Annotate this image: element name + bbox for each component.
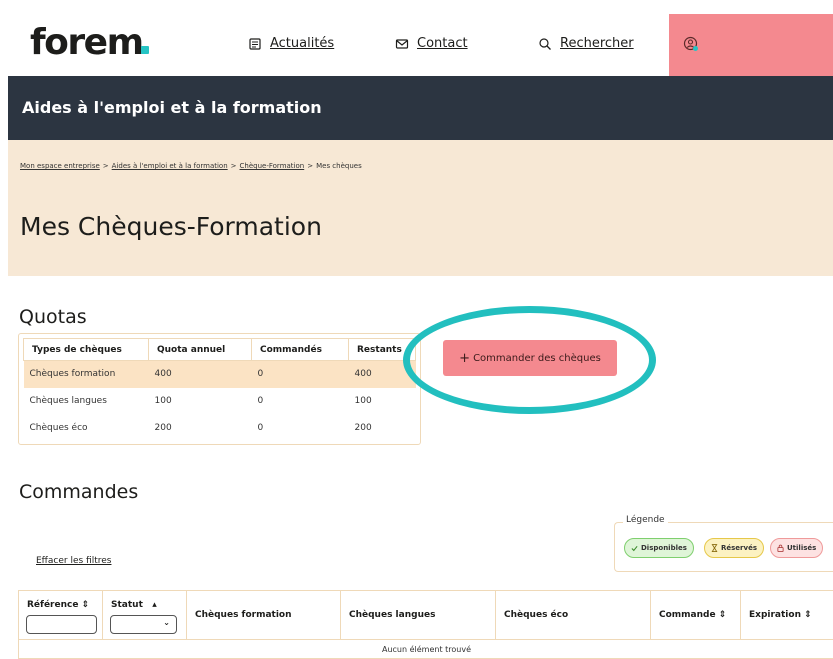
column-header-text: Chèques formation [195,610,292,620]
clear-filters-link[interactable]: Effacer les filtres [36,556,111,566]
check-icon [631,545,638,551]
newspaper-icon [249,37,261,50]
page-hero: Mon espace entreprise > Aides à l'emploi e… [8,140,833,276]
mail-icon [395,38,409,49]
column-header-cheques-langues: Chèques langues [341,591,496,639]
breadcrumb-separator: > [307,162,314,170]
empty-state-message: Aucun élément trouvé [19,639,833,659]
legend-disponibles: Disponibles [624,538,694,558]
table-cell: 200 [154,423,172,433]
search-icon [539,37,551,50]
column-header-label: Expiration ⇕ [749,610,812,620]
table-row: Chèques formation 400 0 400 [23,360,416,388]
table-row: Chèques éco 200 0 200 [24,415,416,442]
legend-title: Légende [623,515,668,525]
column-header-cheques-eco: Chèques éco [496,591,651,639]
section-band: Aides à l'emploi et à la formation [8,76,833,140]
column-header: Types de chèques [23,338,149,361]
legend-reserves: Réservés [704,538,764,558]
table-cell: Chèques langues [29,396,107,406]
nav-actualites-label: Actualités [270,36,335,51]
hourglass-icon [711,544,718,552]
column-header-text: Référence [27,600,79,610]
quotas-table: Types de chèques Quota annuel Commandés … [23,338,416,442]
column-header-label: Référence ⇕ [27,600,89,610]
table-row: Chèques langues 100 0 100 [24,388,416,415]
orders-header-row: Référence ⇕ Statut ▴ ⌄ Chèques formation… [19,591,833,639]
column-header-text: Statut [111,600,143,610]
column-header: Restants [348,338,416,361]
table-cell: 0 [257,396,264,406]
lock-icon [777,544,784,552]
column-header-cheques-formation: Chèques formation [187,591,341,639]
nav-actualites[interactable]: Actualités [248,36,334,51]
user-account-icon [683,36,698,51]
legend-reserves-label: Réservés [721,544,757,552]
column-header-reference[interactable]: Référence ⇕ [19,591,103,639]
commandes-title: Commandes [19,481,139,503]
column-header-text: Expiration [749,610,801,620]
nav-contact-label: Contact [417,36,468,51]
page-title: Mes Chèques-Formation [20,212,322,241]
chevron-down-icon: ⌄ [163,618,170,627]
quotas-title: Quotas [19,306,87,328]
nav-contact[interactable]: Contact [395,36,468,51]
sort-icon: ⇕ [804,610,812,620]
table-cell: 100 [354,396,372,406]
sort-icon: ▴ [152,600,157,610]
plus-icon: + [459,350,471,366]
statut-filter-select[interactable]: ⌄ [110,615,177,634]
sort-icon: ⇕ [718,610,727,620]
sort-icon: ⇕ [81,600,90,610]
column-header-label: Statut ▴ [111,600,157,610]
table-cell: Chèques éco [29,423,88,433]
table-cell: 100 [154,396,172,406]
legend-utilises: Utilisés [770,538,824,558]
legend: Légende Disponibles Réservés Utilisés [614,515,833,572]
table-cell: 0 [251,360,349,388]
band-title: Aides à l'emploi et à la formation [22,98,322,117]
breadcrumb-separator: > [230,162,237,170]
forem-logo[interactable]: forem [30,22,149,63]
account-menu[interactable] [669,14,833,76]
table-cell: 400 [148,360,252,388]
breadcrumb-separator: > [102,162,109,170]
table-cell: 400 [348,360,416,388]
breadcrumb-current: Mes chèques [316,162,362,170]
table-cell: 0 [257,423,264,433]
order-cheques-label: Commander des chèques [473,352,601,364]
breadcrumb-link[interactable]: Aides à l'emploi et à la formation [112,162,228,170]
column-header-statut[interactable]: Statut ▴ ⌄ [103,591,187,639]
column-header-text: Chèques éco [504,610,569,620]
quotas-header-row: Types de chèques Quota annuel Commandés … [23,338,416,361]
column-header-text: Chèques langues [349,610,436,620]
quotas-table-container: Types de chèques Quota annuel Commandés … [18,333,421,445]
legend-disponibles-label: Disponibles [641,544,687,552]
logo-text: forem [30,22,144,63]
breadcrumb-link[interactable]: Mon espace entreprise [20,162,100,170]
nav-rechercher[interactable]: Rechercher [538,36,634,51]
breadcrumb-link[interactable]: Chèque-Formation [240,162,305,170]
table-cell: Chèques formation [23,360,149,388]
column-header-label: Commande ⇕ [659,610,726,620]
order-cheques-button[interactable]: + Commander des chèques [443,340,617,376]
column-header-expiration[interactable]: Expiration ⇕ [741,591,833,639]
table-cell: 200 [354,423,372,433]
logo-dot [140,46,149,54]
nav-rechercher-label: Rechercher [560,36,634,51]
top-header: forem Actualités Contact Rechercher [0,0,833,76]
column-header: Quota annuel [148,338,252,361]
column-header-commande[interactable]: Commande ⇕ [651,591,741,639]
column-header-text: Commande [659,610,716,620]
legend-utilises-label: Utilisés [787,544,817,552]
column-header: Commandés [251,338,349,361]
reference-filter-input[interactable] [26,615,97,634]
orders-table: Référence ⇕ Statut ▴ ⌄ Chèques formation… [18,590,833,659]
breadcrumb: Mon espace entreprise > Aides à l'emploi e… [20,162,362,170]
